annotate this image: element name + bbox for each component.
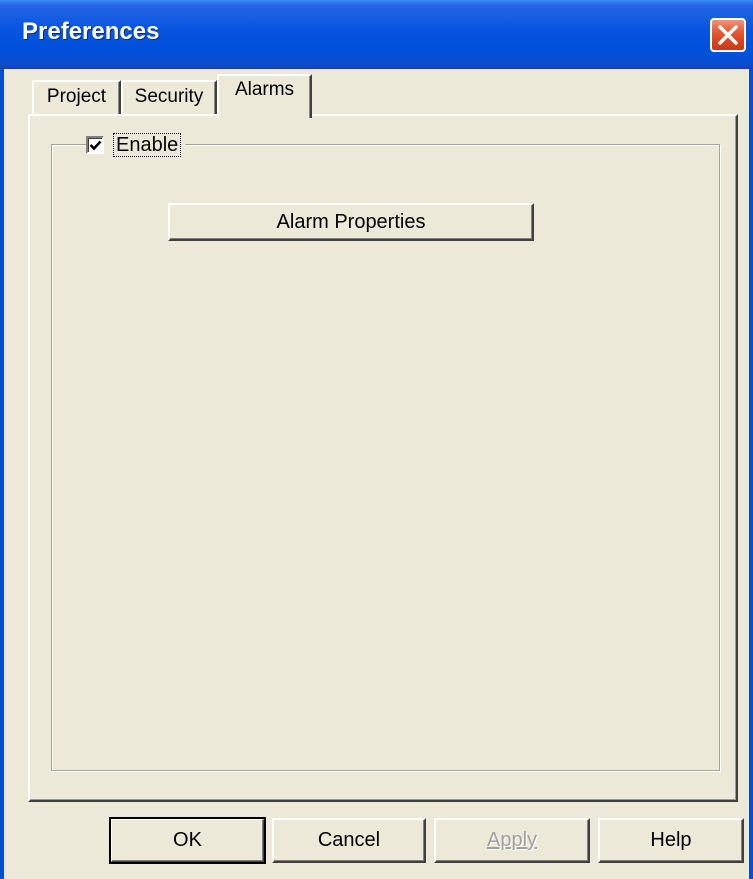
help-label: Help <box>650 829 692 851</box>
enable-checkbox-row[interactable]: Enable <box>86 130 186 160</box>
apply-button[interactable]: Apply <box>434 818 590 863</box>
apply-label: Apply <box>486 829 538 851</box>
preferences-dialog: Preferences Project Security Alarms Enab… <box>0 0 753 879</box>
title-bar[interactable]: Preferences <box>0 0 753 69</box>
tab-alarms[interactable]: Alarms <box>217 74 312 118</box>
window-frame-left <box>0 69 4 879</box>
ok-label: OK <box>173 829 202 851</box>
ok-button[interactable]: OK <box>109 817 266 864</box>
cancel-button[interactable]: Cancel <box>272 818 426 863</box>
help-button[interactable]: Help <box>598 818 744 863</box>
tab-alarms-label: Alarms <box>234 79 295 100</box>
tab-project[interactable]: Project <box>32 80 121 114</box>
tab-project-label: Project <box>46 86 107 107</box>
close-button[interactable] <box>710 18 746 52</box>
alarm-properties-label: Alarm Properties <box>276 210 426 233</box>
window-frame-right <box>749 69 753 879</box>
tab-security-label: Security <box>134 86 204 107</box>
window-title: Preferences <box>22 18 160 45</box>
cancel-label: Cancel <box>317 829 381 851</box>
alarm-properties-button[interactable]: Alarm Properties <box>168 203 534 241</box>
enable-checkbox[interactable] <box>86 136 104 154</box>
enable-label[interactable]: Enable <box>113 133 182 157</box>
tab-security[interactable]: Security <box>121 80 217 114</box>
